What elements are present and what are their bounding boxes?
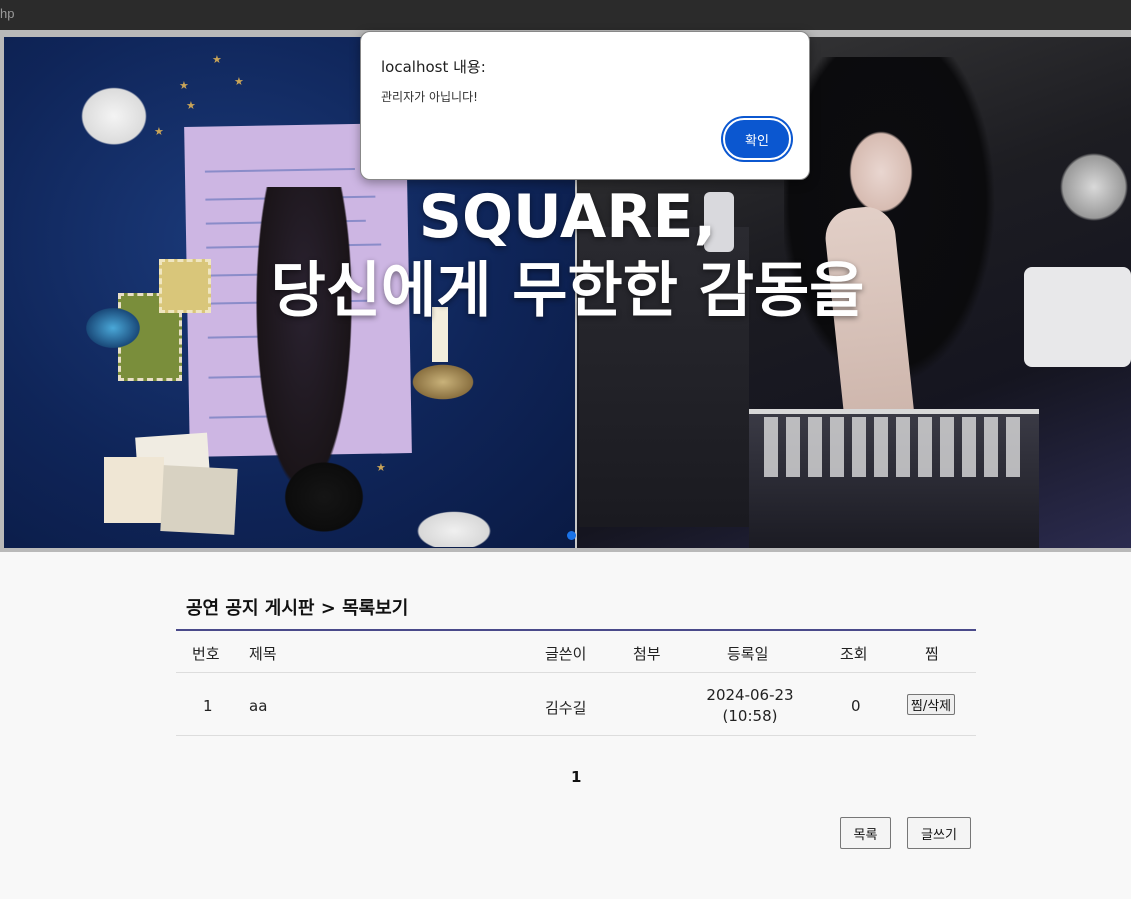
- postcard: [160, 465, 238, 535]
- column-header-subject: 제목: [249, 645, 277, 663]
- boots: [279, 457, 369, 537]
- row-author: 김수길: [545, 699, 587, 717]
- postcard: [104, 457, 164, 523]
- board-title-divider: [176, 629, 976, 631]
- dove-illustration: [74, 81, 154, 145]
- hero-title: SQUARE, 당신에게 무한한 감동을: [4, 180, 1131, 328]
- row-no: 1: [203, 697, 213, 715]
- bunny-figurine: [409, 507, 499, 547]
- pagination-page-current[interactable]: 1: [571, 768, 581, 786]
- table-header-divider: [176, 672, 976, 673]
- column-header-no: 번호: [192, 645, 220, 663]
- column-header-author: 글쓴이: [545, 645, 587, 663]
- dialog-ok-button[interactable]: 확인: [723, 118, 791, 160]
- column-header-fav: 찜: [925, 645, 939, 663]
- dialog-message: 관리자가 아닙니다!: [381, 90, 478, 104]
- hero-title-line1: SQUARE,: [418, 182, 717, 252]
- write-button[interactable]: 글쓰기: [907, 817, 971, 849]
- slide-indicator-dot[interactable]: [567, 531, 576, 540]
- list-button[interactable]: 목록: [840, 817, 891, 849]
- row-views: 0: [851, 697, 861, 715]
- column-header-attach: 첨부: [633, 645, 661, 663]
- row-date-time: (10:58): [722, 707, 778, 725]
- browser-tab-title[interactable]: hp: [0, 6, 14, 21]
- fav-delete-button[interactable]: 찜/삭제: [907, 694, 955, 715]
- browser-topbar: hp: [0, 0, 1131, 31]
- mixer-pads: [764, 417, 1024, 477]
- column-header-views: 조회: [840, 645, 868, 663]
- hero-title-line2: 당신에게 무한한 감동을: [270, 256, 865, 326]
- candle-holder: [408, 362, 478, 402]
- alert-dialog: localhost 내용: 관리자가 아닙니다! 확인: [360, 31, 810, 180]
- dialog-title: localhost 내용:: [381, 58, 486, 76]
- row-date-day: 2024-06-23: [706, 686, 794, 704]
- table-row-divider: [176, 735, 976, 736]
- column-header-date: 등록일: [727, 645, 769, 663]
- row-subject-link[interactable]: aa: [249, 697, 267, 715]
- row-date: 2024-06-23 (10:58): [700, 685, 800, 727]
- board-title: 공연 공지 게시판 > 목록보기: [186, 598, 409, 619]
